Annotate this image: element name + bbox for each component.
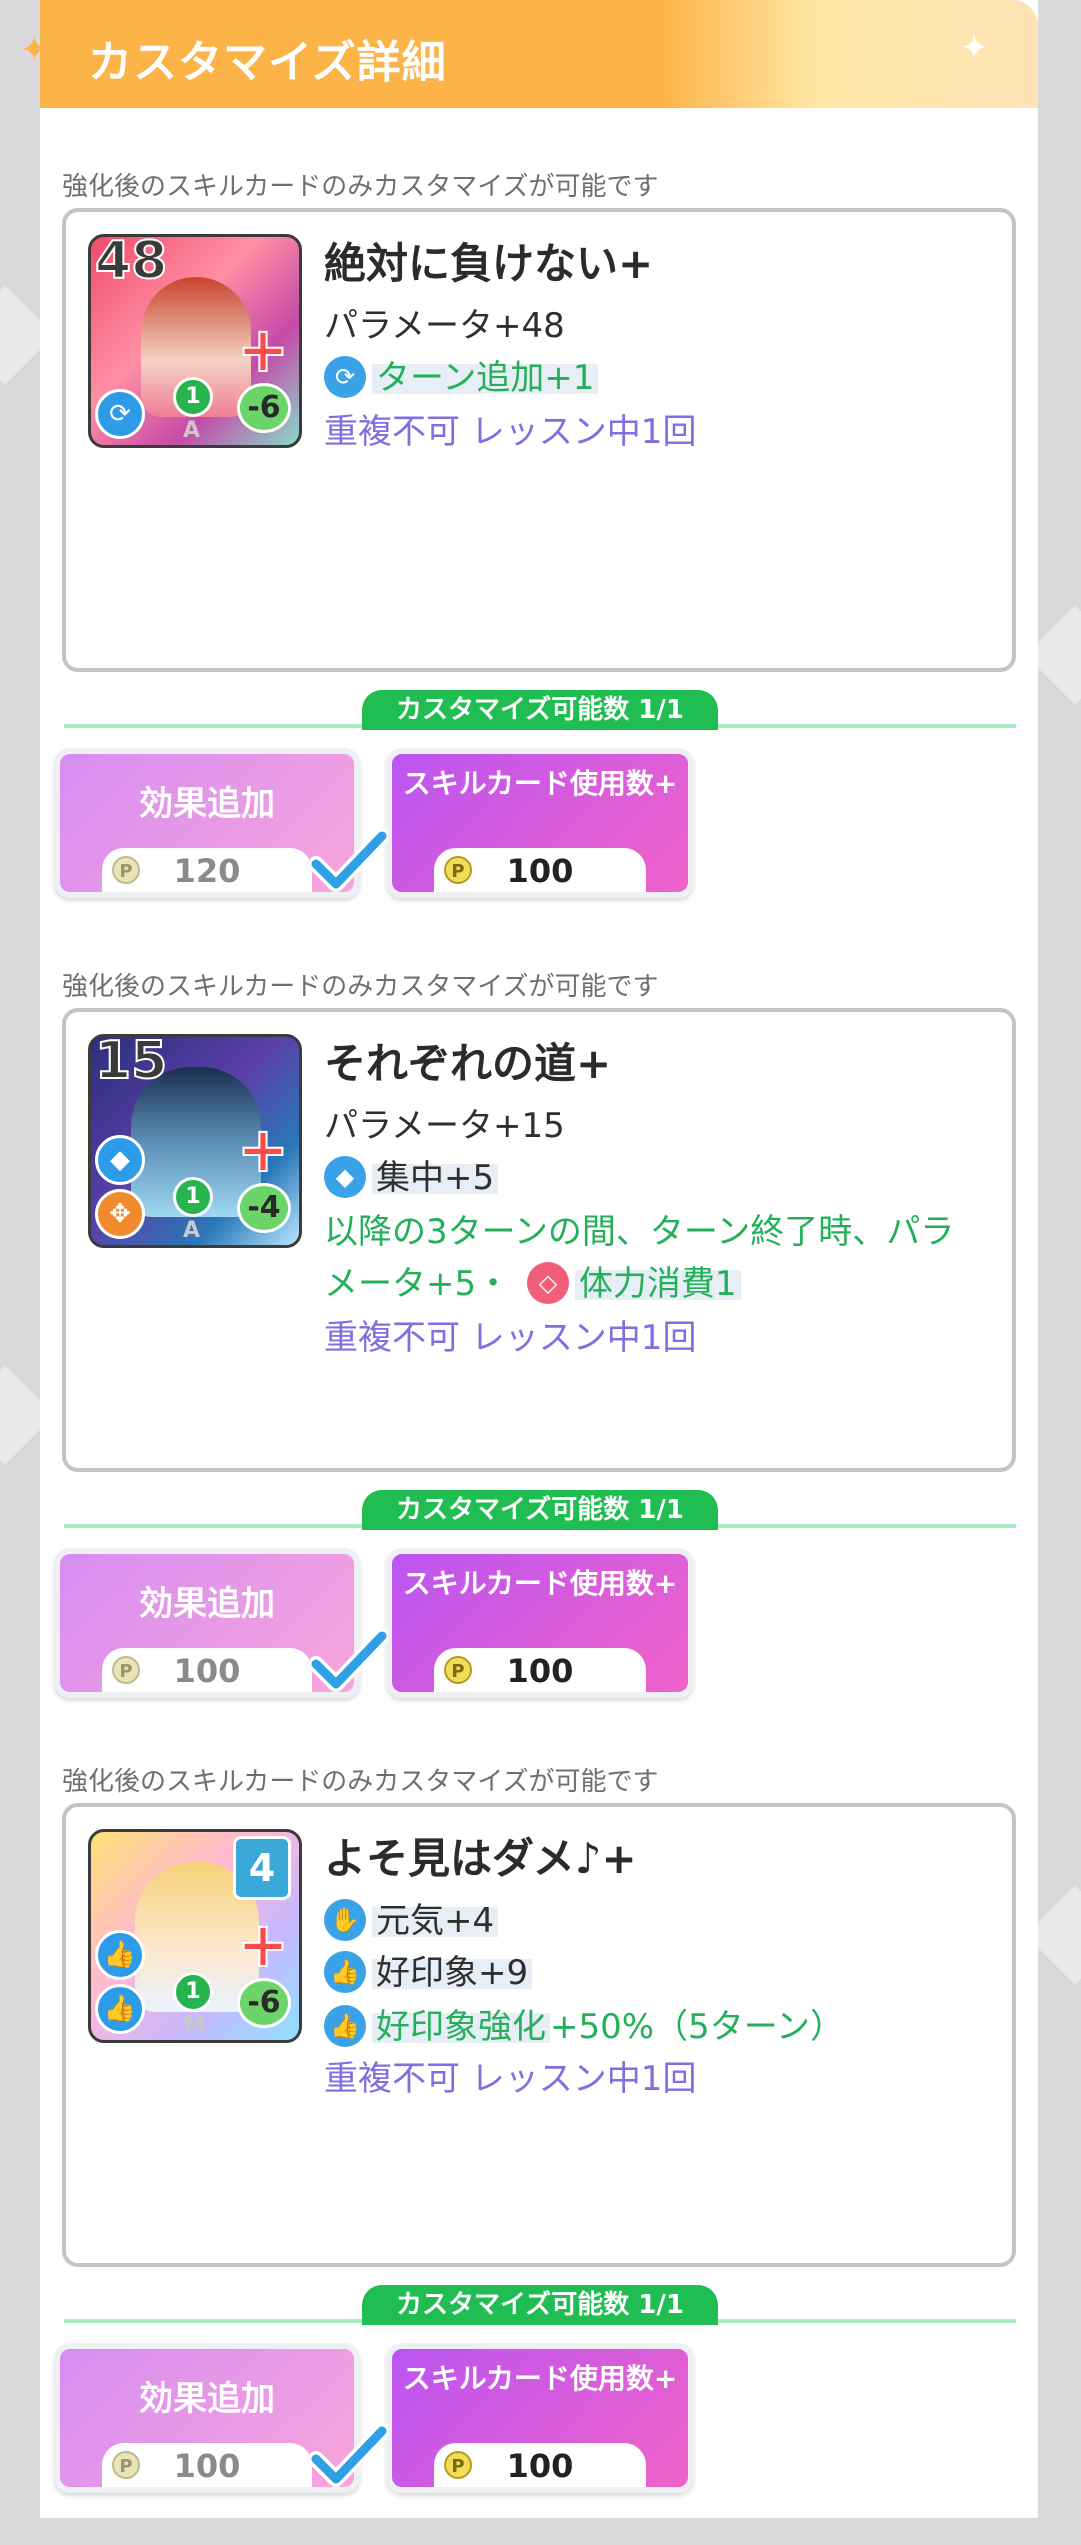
effect-line: ◆ 集中+5 [324, 1150, 499, 1201]
card-rank: M [183, 2013, 205, 2038]
dialog-header: ✦ カスタマイズ詳細 ✦ [20, 0, 1038, 108]
price-value: 100 [506, 852, 574, 890]
button-label: スキルカード使用数+ [402, 1567, 678, 1600]
section-note: 強化後のスキルカードのみカスタマイズが可能です [62, 1767, 659, 1797]
selected-check-icon [310, 2423, 388, 2487]
customize-count-badge: カスタマイズ可能数 1/1 [362, 690, 718, 730]
stamina-diamond-icon: ◇ [526, 1261, 569, 1304]
card-parameter-number: 4 [233, 1836, 291, 1900]
button-label: 効果追加 [139, 2379, 275, 2419]
focus-icon: ◆ [324, 1155, 366, 1198]
effect-line: パラメータ+15 [324, 1106, 565, 1146]
card-parameter-number: 48 [94, 234, 168, 292]
effect-line: 👍 好印象+9 [324, 1945, 533, 1996]
customize-count-badge: カスタマイズ可能数 1/1 [362, 1490, 718, 1530]
price-value: 100 [173, 2447, 241, 2485]
button-label: 効果追加 [139, 784, 275, 824]
button-label: 効果追加 [139, 1584, 275, 1624]
effect-line: ⟳ ターン追加+1 [324, 350, 599, 401]
card-thumbnail[interactable]: 4 + 👍 👍 1 -6 M [88, 1829, 302, 2043]
customize-section-3: 強化後のスキルカードのみカスタマイズが可能です 4 + 👍 👍 1 -6 M よ… [40, 1745, 1038, 2545]
price-tag: P 100 [434, 1648, 646, 1692]
limit-line: 重複不可 レッスン中1回 [324, 2059, 697, 2099]
sparkle-icon: ✦ [960, 28, 989, 68]
limit-line: 重複不可 レッスン中1回 [324, 412, 697, 452]
button-label: スキルカード使用数+ [402, 767, 678, 800]
card-thumbnail[interactable]: 48 + ⟳ 1 -6 A [88, 234, 302, 448]
skill-card-detail: 48 + ⟳ 1 -6 A 絶対に負けない+ パラメータ+48 ⟳ ターン追加+1… [62, 208, 1016, 672]
card-use-count-button[interactable]: スキルカード使用数+ P 100 [386, 748, 694, 898]
limit-line: 重複不可 レッスン中1回 [324, 1318, 697, 1358]
customize-section-2: 強化後のスキルカードのみカスタマイズが可能です 15 + ◆ ✥ 1 -4 A … [40, 950, 1038, 1750]
price-tag: P 120 [102, 848, 312, 892]
enhanced-plus-icon: + [236, 313, 290, 386]
price-value: 100 [506, 1652, 574, 1690]
price-tag: P 100 [102, 2443, 312, 2487]
sparkle-icon: ✦ [20, 30, 49, 70]
price-value: 100 [173, 1652, 241, 1690]
price-tag: P 100 [102, 1648, 312, 1692]
card-level: 1 [173, 1972, 213, 2012]
thumbs-up-icon: 👍 [324, 2004, 366, 2047]
card-use-count-button[interactable]: スキルカード使用数+ P 100 [386, 2343, 694, 2493]
card-use-count-button[interactable]: スキルカード使用数+ P 100 [386, 1548, 694, 1698]
effect-line: ✋ 元気+4 [324, 1893, 499, 1944]
thumbs-up-icon: 👍 [324, 1950, 366, 1993]
card-parameter-number: 15 [94, 1034, 168, 1092]
skill-card-detail: 15 + ◆ ✥ 1 -4 A それぞれの道+ パラメータ+15 ◆ 集中+5 以… [62, 1008, 1016, 1472]
selected-check-icon [310, 828, 388, 892]
card-rank: A [183, 418, 201, 443]
skill-card-detail: 4 + 👍 👍 1 -6 M よそ見はダメ♪+ ✋ 元気+4 👍 好印象+9 👍 好印… [62, 1803, 1016, 2267]
section-note: 強化後のスキルカードのみカスタマイズが可能です [62, 172, 659, 202]
customize-section-1: 強化後のスキルカードのみカスタマイズが可能です 48 + ⟳ 1 -6 A 絶対… [40, 150, 1038, 950]
stamina-icon: ✥ [95, 1189, 145, 1239]
effect-line: パラメータ+48 [324, 306, 565, 346]
turn-icon: ⟳ [324, 355, 366, 398]
turn-icon: ⟳ [95, 389, 145, 439]
card-name: それぞれの道+ [324, 1039, 612, 1088]
selected-check-icon [310, 1628, 388, 1692]
card-name: よそ見はダメ♪+ [324, 1834, 637, 1883]
card-cost: -4 [237, 1183, 291, 1233]
effect-line: 👍 好印象強化 +50%（5ターン） [324, 1999, 844, 2050]
focus-icon: ◆ [95, 1135, 145, 1185]
price-value: 120 [173, 852, 241, 890]
thumbs-up-icon: 👍 [95, 1984, 145, 2034]
effect-line: 以降の3ターンの間、ターン終了時、パラ [324, 1212, 955, 1252]
card-level: 1 [173, 1177, 213, 1217]
enhanced-plus-icon: + [236, 1908, 290, 1981]
card-cost: -6 [237, 1978, 291, 2028]
button-label: スキルカード使用数+ [402, 2362, 678, 2395]
effect-line: メータ+5・ ◇ 体力消費1 [324, 1256, 741, 1307]
section-note: 強化後のスキルカードのみカスタマイズが可能です [62, 972, 659, 1002]
price-value: 100 [506, 2447, 574, 2485]
enhanced-plus-icon: + [236, 1113, 290, 1186]
dialog-title: カスタマイズ詳細 [88, 37, 447, 88]
card-thumbnail[interactable]: 15 + ◆ ✥ 1 -4 A [88, 1034, 302, 1248]
genki-hand-icon: ✋ [324, 1898, 366, 1941]
price-tag: P 100 [434, 2443, 646, 2487]
thumbs-up-icon: 👍 [95, 1930, 145, 1980]
card-name: 絶対に負けない+ [324, 239, 654, 288]
card-level: 1 [173, 377, 213, 417]
card-cost: -6 [237, 383, 291, 433]
card-rank: A [183, 1218, 201, 1243]
price-tag: P 100 [434, 848, 646, 892]
customize-count-badge: カスタマイズ可能数 1/1 [362, 2285, 718, 2325]
